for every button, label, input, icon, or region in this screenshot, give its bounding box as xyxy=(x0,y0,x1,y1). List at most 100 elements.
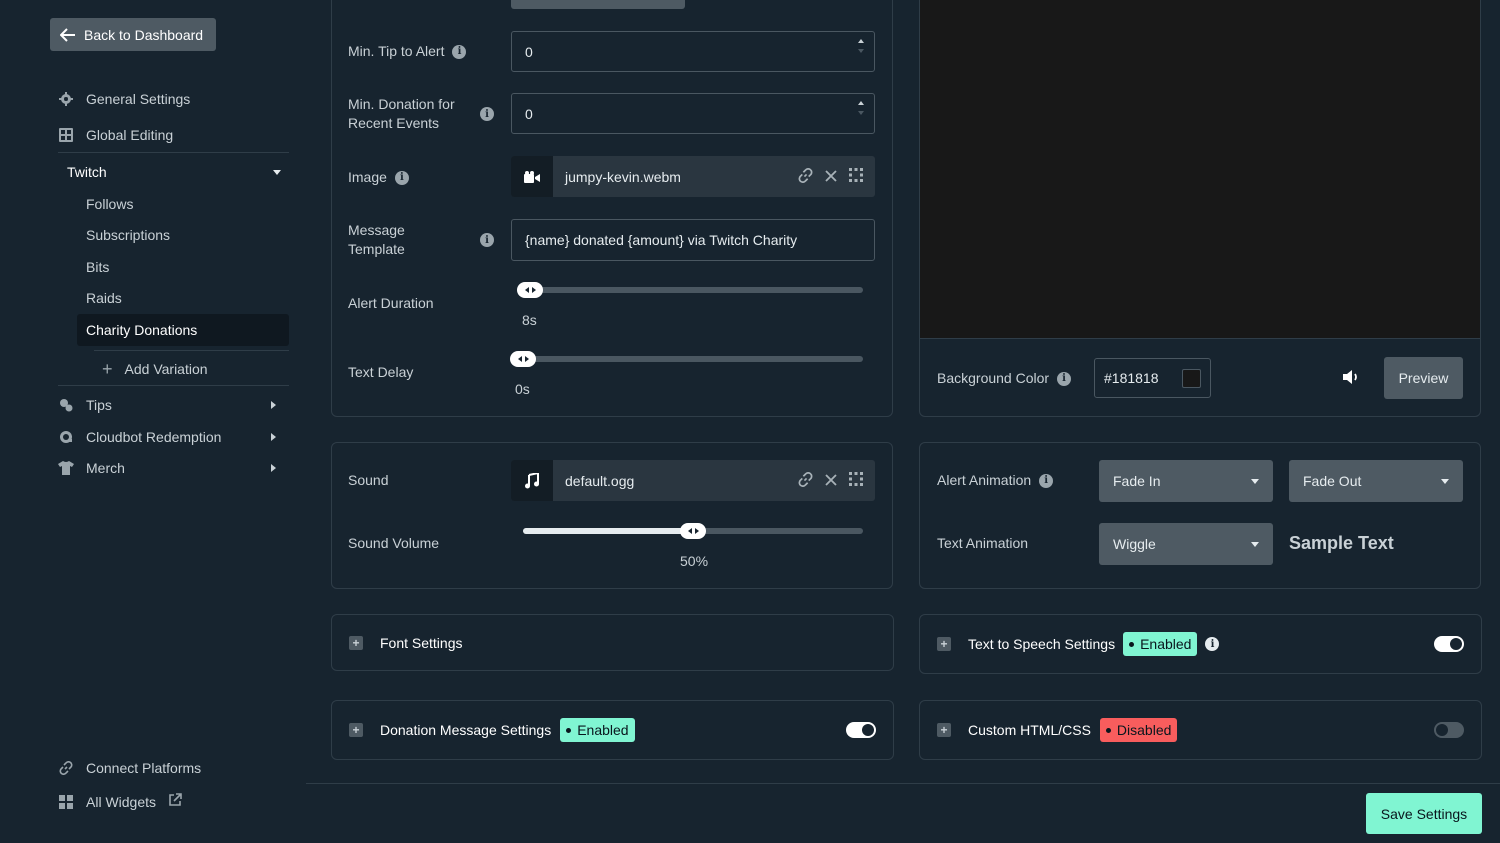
info-icon[interactable]: i xyxy=(394,170,409,185)
music-icon xyxy=(511,460,553,501)
sidebar-item-tips[interactable]: Tips xyxy=(58,397,276,413)
preview-label: Preview xyxy=(1398,370,1449,386)
tts-settings-section[interactable]: + Text to Speech Settings Enabled i xyxy=(919,614,1482,674)
message-template-label-line1: Message xyxy=(348,222,405,238)
twitch-label: Twitch xyxy=(67,164,107,180)
top-cut-button[interactable] xyxy=(511,0,685,9)
sidebar-divider xyxy=(58,385,289,386)
sound-volume-slider-fill xyxy=(523,528,693,534)
fade-out-select[interactable]: Fade Out xyxy=(1289,460,1463,502)
alert-duration-value: 8s xyxy=(522,312,537,328)
status-badge-text: Enabled xyxy=(1140,636,1192,652)
sidebar-label: Charity Donations xyxy=(86,322,198,338)
sidebar-item-twitch[interactable]: Twitch xyxy=(67,164,281,180)
status-badge: Disabled xyxy=(1099,718,1178,742)
text-animation-label: Text Animation xyxy=(937,535,1029,551)
text-delay-slider-knob[interactable] xyxy=(510,351,536,367)
sidebar-item-connect-platforms[interactable]: Connect Platforms xyxy=(58,760,201,776)
link-icon xyxy=(58,760,74,776)
donation-message-toggle[interactable] xyxy=(846,722,876,738)
info-icon[interactable]: i xyxy=(1205,637,1220,651)
link-icon[interactable] xyxy=(798,167,813,186)
donation-message-settings-label: Donation Message Settings xyxy=(380,722,552,738)
message-template-input[interactable]: {name} donated {amount} via Twitch Chari… xyxy=(511,219,875,261)
footer-divider xyxy=(306,783,1500,784)
cloudbot-icon xyxy=(58,429,74,445)
color-swatch[interactable] xyxy=(1182,368,1201,388)
video-icon xyxy=(511,156,553,197)
text-delay-label: Text Delay xyxy=(348,364,414,380)
sound-file-picker[interactable]: default.ogg xyxy=(511,460,875,501)
sidebar-item-subscriptions[interactable]: Subscriptions xyxy=(86,227,170,243)
image-file-picker[interactable]: jumpy-kevin.webm xyxy=(511,156,875,197)
custom-html-css-section[interactable]: + Custom HTML/CSS Disabled xyxy=(919,700,1482,760)
shirt-icon xyxy=(58,460,74,476)
alert-duration-slider-track[interactable] xyxy=(517,287,863,293)
close-icon[interactable] xyxy=(825,169,837,185)
text-delay-value: 0s xyxy=(515,381,530,397)
sound-label: Sound xyxy=(348,472,389,488)
sound-volume-slider-knob[interactable] xyxy=(680,523,706,539)
caret-right-icon xyxy=(271,464,276,472)
save-settings-button[interactable]: Save Settings xyxy=(1366,793,1482,834)
tts-settings-label: Text to Speech Settings xyxy=(968,636,1116,652)
sidebar-item-merch[interactable]: Merch xyxy=(58,460,276,476)
sample-text: Sample Text xyxy=(1289,533,1394,553)
info-icon[interactable]: i xyxy=(452,44,467,59)
tts-toggle[interactable] xyxy=(1434,636,1464,652)
status-badge: Enabled xyxy=(560,718,635,742)
widgets-icon xyxy=(58,794,74,810)
text-animation-value: Wiggle xyxy=(1113,536,1156,552)
drag-icon[interactable] xyxy=(849,168,863,185)
save-settings-label: Save Settings xyxy=(1380,805,1468,822)
custom-html-toggle[interactable] xyxy=(1434,722,1464,738)
sidebar-item-global-editing[interactable]: Global Editing xyxy=(58,127,173,143)
bg-color-input[interactable]: #181818 xyxy=(1094,358,1211,398)
expand-plus-icon[interactable]: + xyxy=(937,637,951,651)
sound-filename: default.ogg xyxy=(565,472,635,489)
min-tip-label: Min. Tip to Alert xyxy=(348,43,445,59)
info-icon[interactable]: i xyxy=(480,233,494,247)
text-animation-select[interactable]: Wiggle xyxy=(1099,523,1273,565)
sidebar-item-bits[interactable]: Bits xyxy=(86,259,109,275)
expand-plus-icon[interactable]: + xyxy=(937,723,951,737)
info-icon[interactable]: i xyxy=(1039,473,1054,488)
sidebar-item-follows[interactable]: Follows xyxy=(86,196,133,212)
close-icon[interactable] xyxy=(825,473,837,489)
link-icon[interactable] xyxy=(798,471,813,490)
donation-message-settings-section[interactable]: + Donation Message Settings Enabled xyxy=(331,700,894,760)
drag-icon[interactable] xyxy=(849,472,863,489)
font-settings-section[interactable]: + Font Settings xyxy=(331,614,894,671)
min-donation-value: 0 xyxy=(525,105,533,122)
expand-plus-icon[interactable]: + xyxy=(349,723,363,737)
chevron-down-icon xyxy=(1251,541,1259,547)
text-delay-slider-track[interactable] xyxy=(511,356,863,362)
info-icon[interactable]: i xyxy=(1057,371,1072,386)
sidebar-item-all-widgets[interactable]: All Widgets xyxy=(58,793,182,810)
sidebar-item-raids[interactable]: Raids xyxy=(86,290,122,306)
number-spinner[interactable] xyxy=(858,39,864,53)
preview-button[interactable]: Preview xyxy=(1384,357,1463,399)
sidebar-item-charity-donations[interactable]: Charity Donations xyxy=(77,314,289,346)
volume-icon[interactable] xyxy=(1342,369,1360,388)
fade-in-select[interactable]: Fade In xyxy=(1099,460,1273,502)
min-donation-input[interactable]: 0 xyxy=(511,93,875,134)
alert-duration-slider-knob[interactable] xyxy=(517,282,543,298)
number-spinner[interactable] xyxy=(858,101,864,115)
image-row-label: Image i xyxy=(348,168,409,187)
back-label: Back to Dashboard xyxy=(84,26,204,43)
sound-volume-value: 50% xyxy=(680,553,709,569)
min-tip-input[interactable]: 0 xyxy=(511,31,875,72)
add-variation-button[interactable]: + Add Variation xyxy=(102,360,208,378)
sidebar-item-general-settings[interactable]: General Settings xyxy=(58,91,190,107)
sidebar-label: Cloudbot Redemption xyxy=(86,429,222,445)
grid-icon xyxy=(58,127,74,143)
sidebar-label: General Settings xyxy=(86,91,191,107)
back-to-dashboard-button[interactable]: Back to Dashboard xyxy=(50,18,216,51)
info-icon[interactable]: i xyxy=(480,107,494,121)
sidebar-label: Connect Platforms xyxy=(86,760,202,776)
expand-plus-icon[interactable]: + xyxy=(349,635,363,650)
sidebar-item-cloudbot[interactable]: Cloudbot Redemption xyxy=(58,429,276,445)
chevron-down-icon xyxy=(1441,478,1449,484)
min-donation-label-line2: Recent Events xyxy=(348,115,440,131)
